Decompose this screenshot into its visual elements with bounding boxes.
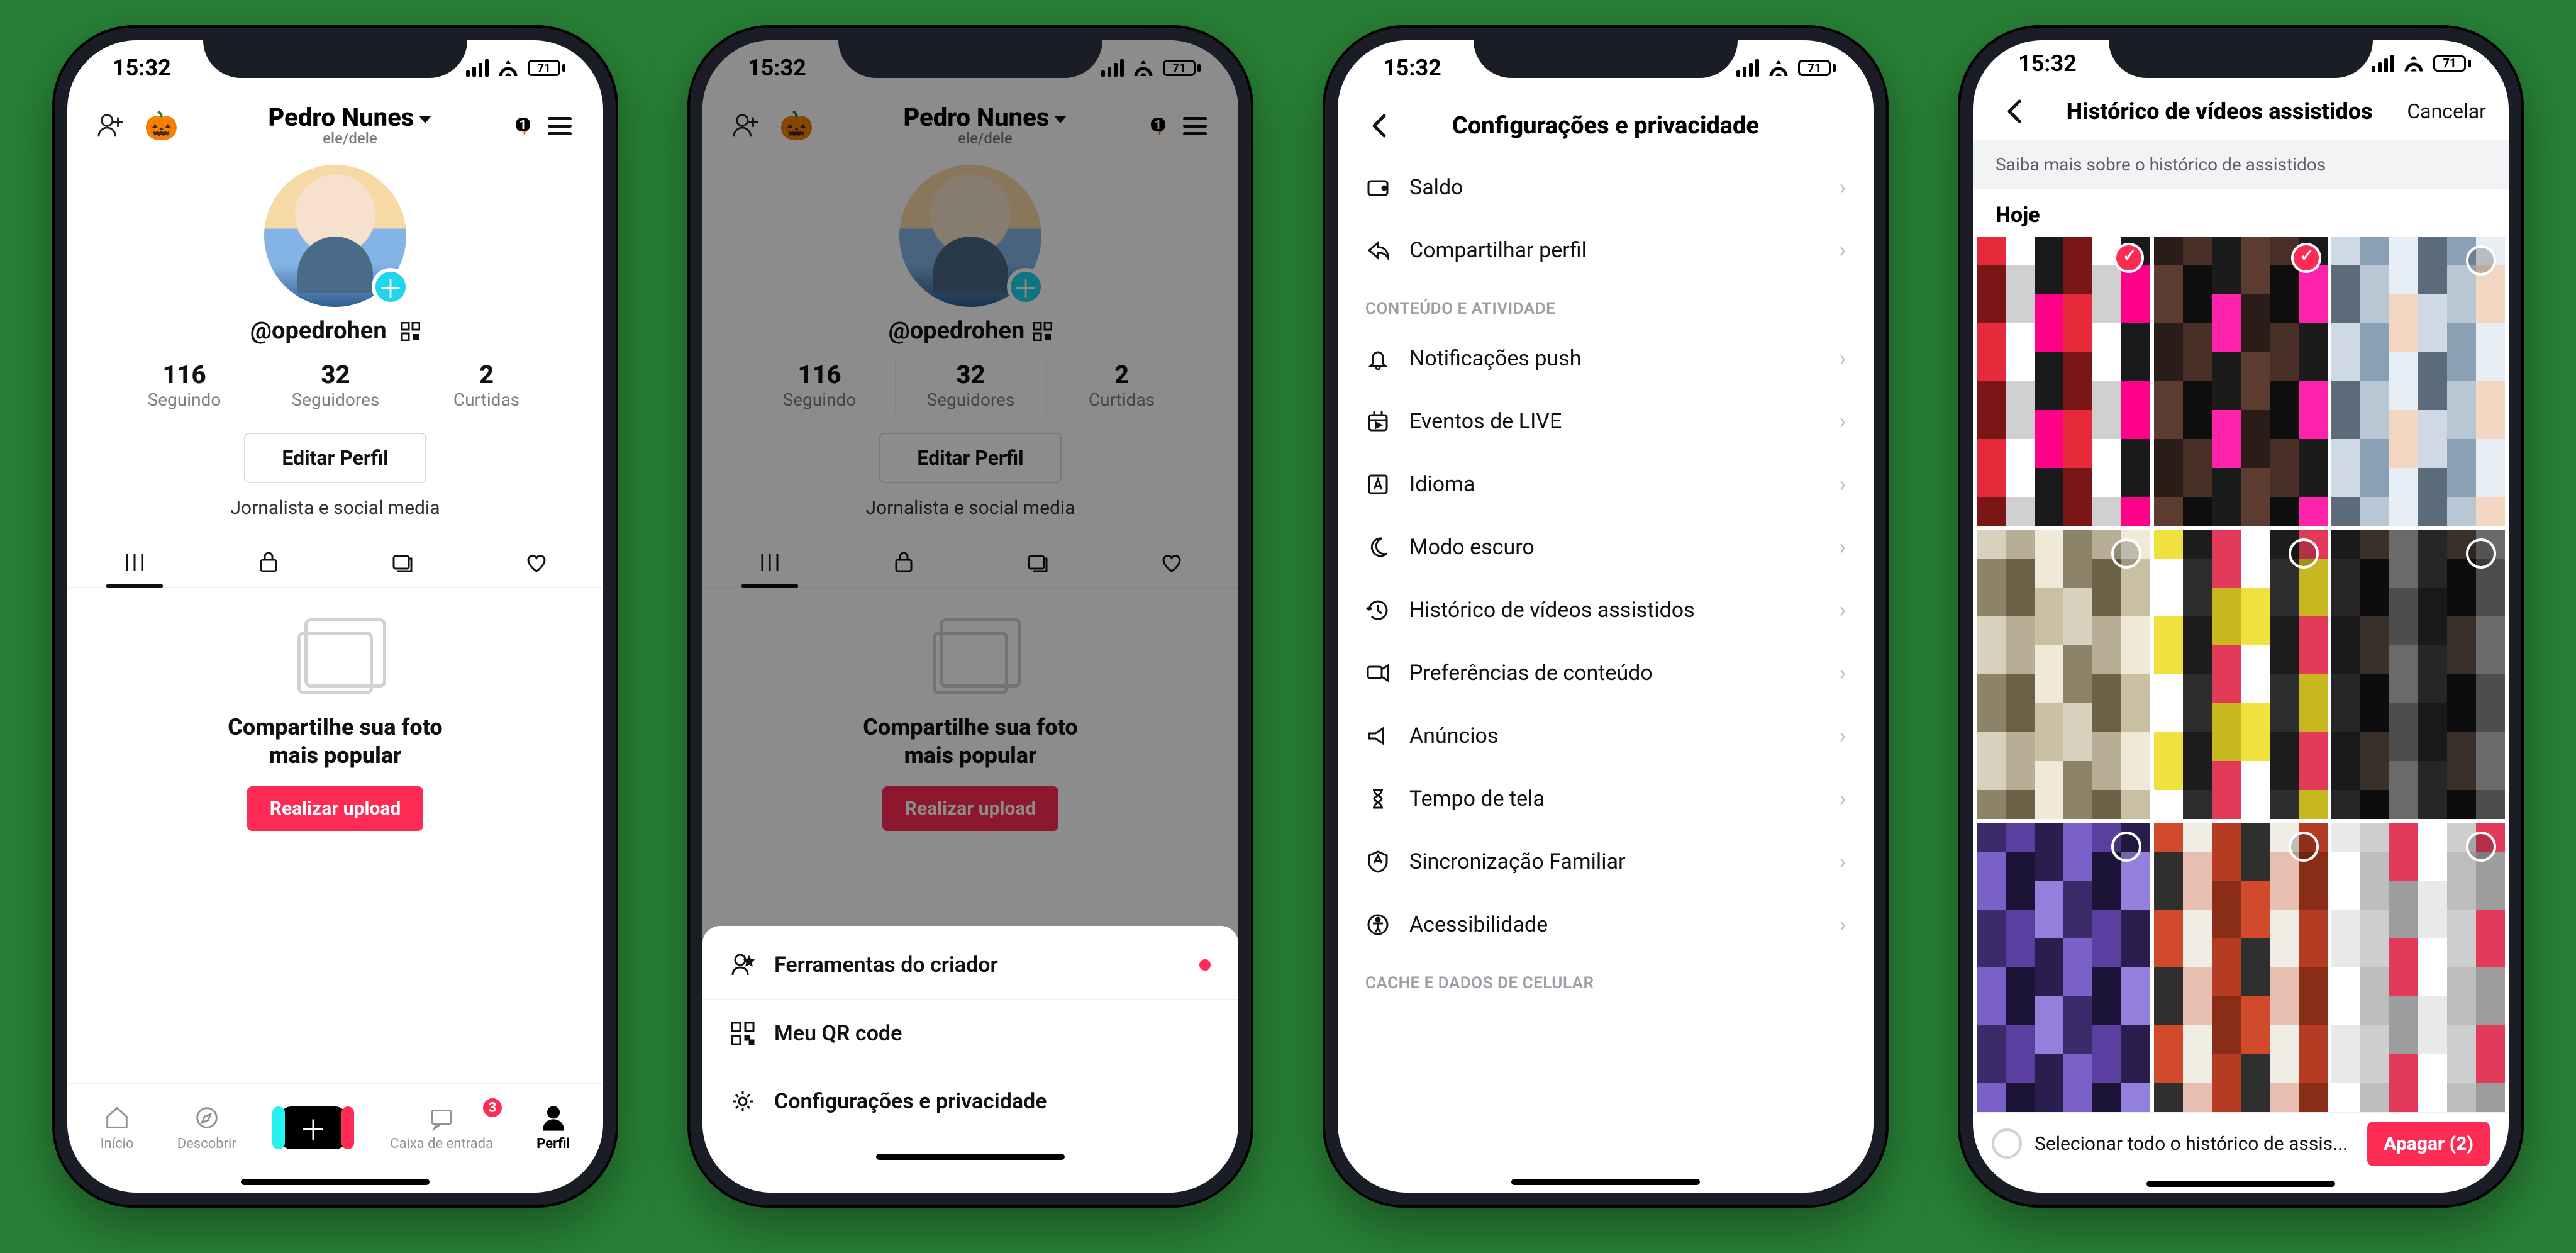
empty-state: Compartilhe sua fotomais popular Realiza…	[67, 588, 603, 831]
history-action-bar: Selecionar todo o histórico de assis... …	[1973, 1112, 2509, 1175]
story-button[interactable]: 1	[521, 120, 526, 132]
battery-icon: 71	[528, 60, 565, 76]
tab-reposts[interactable]	[335, 538, 469, 587]
likes-stat[interactable]: 2Curtidas	[411, 356, 562, 414]
video-thumb[interactable]	[2154, 237, 2328, 526]
qr-icon[interactable]	[401, 322, 420, 341]
row-language[interactable]: Idioma›	[1338, 453, 1874, 516]
bottom-tabbar: Início Descobrir ＋ Caixa de entrada 3 Pe…	[67, 1083, 603, 1171]
avatar[interactable]: ＋	[67, 165, 603, 307]
gallery-icon	[297, 632, 373, 694]
following-stat[interactable]: 116Seguindo	[109, 356, 260, 414]
row-live[interactable]: Eventos de LIVE›	[1338, 390, 1874, 453]
page-title: Histórico de vídeos assistidos	[2042, 98, 2397, 125]
select-all-checkbox[interactable]	[1992, 1128, 2022, 1159]
video-thumb[interactable]	[1977, 530, 2150, 819]
menu-sheet: Ferramentas do criador Meu QR code Confi…	[702, 926, 1238, 1193]
section-content-activity: CONTEÚDO E ATIVIDADE	[1338, 282, 1874, 327]
clock: 15:32	[113, 55, 171, 81]
row-dark-mode[interactable]: Modo escuro›	[1338, 516, 1874, 579]
menu-button[interactable]	[541, 108, 578, 144]
sheet-qr[interactable]: Meu QR code	[702, 999, 1238, 1067]
tabbar-inbox[interactable]: Caixa de entrada 3	[390, 1103, 493, 1152]
section-cache: CACHE E DADOS DE CELULAR	[1338, 956, 1874, 1001]
back-button[interactable]	[1996, 93, 2032, 130]
cancel-button[interactable]: Cancelar	[2407, 99, 2486, 123]
row-accessibility[interactable]: Acessibilidade›	[1338, 893, 1874, 956]
phone-profile: 15:32 71 🎃 Pedro Nunes ele/dele	[52, 25, 618, 1208]
history-banner[interactable]: Saiba mais sobre o histórico de assistid…	[1973, 140, 2509, 189]
notification-dot	[1199, 959, 1211, 971]
delete-button[interactable]: Apagar (2)	[2367, 1122, 2490, 1166]
pumpkin-icon[interactable]: 🎃	[144, 109, 179, 142]
video-thumb[interactable]	[1977, 237, 2150, 526]
page-title: Configurações e privacidade	[1452, 112, 1759, 140]
section-today: Hoje	[1973, 189, 2509, 237]
profile-header: 🎃 Pedro Nunes ele/dele 1	[67, 96, 603, 156]
add-friend-icon[interactable]	[92, 108, 129, 144]
phone-settings: 15:3271 Configurações e privacidade Sald…	[1323, 25, 1889, 1208]
video-thumb[interactable]	[2331, 530, 2505, 819]
followers-stat[interactable]: 32Seguidores	[260, 356, 411, 414]
cellular-icon	[466, 59, 489, 77]
video-thumb[interactable]	[1977, 823, 2150, 1112]
tab-feed[interactable]	[67, 538, 201, 587]
back-button[interactable]	[1360, 108, 1397, 144]
row-push[interactable]: Notificações push›	[1338, 327, 1874, 390]
sheet-creator-tools[interactable]: Ferramentas do criador	[702, 931, 1238, 999]
pronouns-label: ele/dele	[323, 131, 377, 147]
username[interactable]: @opedrohen	[67, 317, 603, 345]
video-thumb[interactable]	[2154, 823, 2328, 1112]
row-screen-time[interactable]: Tempo de tela›	[1338, 767, 1874, 830]
wifi-icon	[497, 60, 519, 76]
row-content-prefs[interactable]: Preferências de conteúdo›	[1338, 642, 1874, 704]
row-watch-history[interactable]: Histórico de vídeos assistidos›	[1338, 579, 1874, 642]
tab-liked[interactable]	[469, 538, 603, 587]
tabbar-discover[interactable]: Descobrir	[177, 1103, 236, 1152]
inbox-badge: 3	[483, 1098, 502, 1117]
row-share-profile[interactable]: Compartilhar perfil›	[1338, 219, 1874, 282]
phone-menu-sheet: 15:3271 🎃 Pedro Nunesele/dele 1 ＋ @opedr…	[687, 25, 1253, 1208]
chevron-down-icon	[419, 116, 431, 123]
row-balance[interactable]: Saldo›	[1338, 156, 1874, 219]
video-thumb[interactable]	[2331, 237, 2505, 526]
status-bar: 15:32 71	[67, 40, 603, 96]
tabbar-profile[interactable]: Perfil	[536, 1103, 570, 1152]
history-grid	[1973, 237, 2509, 1112]
bio-text: Jornalista e social media	[67, 497, 603, 519]
history-header: Histórico de vídeos assistidos Cancelar	[1973, 86, 2509, 136]
upload-button[interactable]: Realizar upload	[247, 786, 424, 831]
phone-history: 15:3271 Histórico de vídeos assistidos C…	[1958, 25, 2524, 1208]
stats-row: 116Seguindo 32Seguidores 2Curtidas	[67, 356, 603, 414]
select-all-label[interactable]: Selecionar todo o histórico de assis...	[2035, 1133, 2355, 1155]
edit-profile-button[interactable]: Editar Perfil	[244, 433, 426, 483]
home-indicator	[67, 1171, 603, 1193]
add-avatar-badge[interactable]: ＋	[372, 268, 409, 306]
settings-list: Saldo› Compartilhar perfil› CONTEÚDO E A…	[1338, 156, 1874, 1001]
sheet-settings[interactable]: Configurações e privacidade	[702, 1067, 1238, 1135]
tabbar-create[interactable]: ＋	[280, 1106, 347, 1149]
tab-private[interactable]	[201, 538, 335, 587]
settings-header: Configurações e privacidade	[1338, 96, 1874, 156]
story-count-badge: 1	[516, 118, 530, 131]
account-switcher[interactable]: Pedro Nunes ele/dele	[268, 104, 431, 147]
tabbar-home[interactable]: Início	[101, 1103, 134, 1152]
video-thumb[interactable]	[2154, 530, 2328, 819]
video-thumb[interactable]	[2331, 823, 2505, 1112]
row-ads[interactable]: Anúncios›	[1338, 704, 1874, 767]
row-family-pairing[interactable]: Sincronização Familiar›	[1338, 830, 1874, 893]
profile-tabs	[67, 538, 603, 588]
